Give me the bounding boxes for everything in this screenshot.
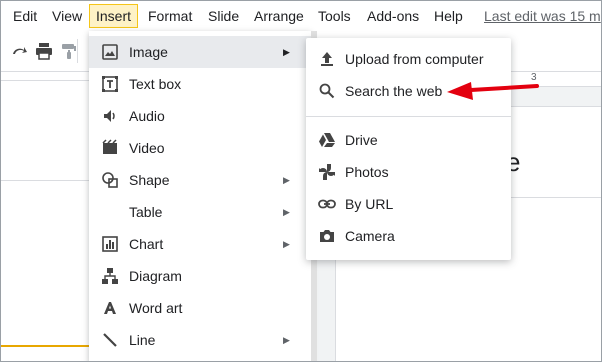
menu-item-diagram[interactable]: Diagram — [89, 260, 311, 292]
submenu-arrow-icon: ▶ — [283, 207, 290, 217]
drive-icon — [318, 131, 336, 149]
submenu-item-upload[interactable]: Upload from computer — [306, 43, 511, 75]
menu-item-video[interactable]: Video — [89, 132, 311, 164]
menu-edit[interactable]: Edit — [9, 6, 41, 26]
selected-slide-border — [1, 345, 89, 347]
menu-slide[interactable]: Slide — [204, 6, 243, 26]
toolbar-divider — [77, 39, 78, 63]
audio-icon — [101, 107, 119, 125]
submenu-item-photos[interactable]: Photos — [306, 156, 511, 188]
word-art-icon — [101, 299, 119, 317]
paint-format-icon[interactable] — [59, 41, 79, 61]
menu-item-line[interactable]: Line ▶ — [89, 324, 311, 356]
last-edit-link[interactable]: Last edit was 15 m — [484, 6, 601, 26]
video-icon — [101, 139, 119, 157]
link-icon — [318, 195, 336, 213]
submenu-arrow-icon: ▶ — [283, 175, 290, 185]
diagram-icon — [101, 267, 119, 285]
text-box-icon — [101, 75, 119, 93]
menu-add-ons[interactable]: Add-ons — [363, 6, 423, 26]
menu-arrange[interactable]: Arrange — [250, 6, 308, 26]
upload-icon — [318, 50, 336, 68]
chart-icon — [101, 235, 119, 253]
menu-item-label: Audio — [129, 108, 165, 124]
menu-insert[interactable]: Insert — [89, 4, 139, 28]
filmstrip-divider — [1, 80, 89, 81]
menu-item-label: Text box — [129, 76, 182, 92]
menu-help[interactable]: Help — [430, 6, 467, 26]
app-window: Edit View Insert Format Slide Arrange To… — [0, 0, 602, 362]
submenu-item-label: Camera — [345, 228, 395, 244]
submenu-item-camera[interactable]: Camera — [306, 220, 511, 252]
menu-item-text-box[interactable]: Text box — [89, 68, 311, 100]
menu-bar: Edit View Insert Format Slide Arrange To… — [1, 1, 601, 31]
line-icon — [101, 331, 119, 349]
menu-item-word-art[interactable]: Word art — [89, 292, 311, 324]
menu-item-table[interactable]: Table ▶ — [89, 196, 311, 228]
menu-item-label: Chart — [129, 236, 164, 252]
menu-tools[interactable]: Tools — [314, 6, 355, 26]
submenu-item-label: Upload from computer — [345, 51, 484, 67]
submenu-item-label: Search the web — [345, 83, 443, 99]
submenu-arrow-icon: ▶ — [283, 47, 290, 57]
photos-icon — [318, 163, 336, 181]
menu-item-label: Shape — [129, 172, 170, 188]
search-icon — [318, 82, 336, 100]
filmstrip-divider — [1, 180, 89, 181]
camera-icon — [318, 227, 336, 245]
print-icon[interactable] — [34, 41, 54, 61]
submenu-arrow-icon: ▶ — [283, 335, 290, 345]
redo-icon[interactable] — [9, 41, 29, 61]
submenu-item-label: Photos — [345, 164, 389, 180]
submenu-item-label: By URL — [345, 196, 394, 212]
menu-item-shape[interactable]: Shape ▶ — [89, 164, 311, 196]
menu-item-image[interactable]: Image ▶ — [89, 36, 311, 68]
menu-item-label: Word art — [129, 300, 183, 316]
menu-view[interactable]: View — [48, 6, 86, 26]
slide-filmstrip[interactable] — [1, 72, 90, 361]
submenu-item-drive[interactable]: Drive — [306, 124, 511, 156]
menu-item-label: Line — [129, 332, 156, 348]
menu-item-label: Diagram — [129, 268, 182, 284]
menu-item-audio[interactable]: Audio — [89, 100, 311, 132]
image-icon — [101, 43, 119, 61]
menu-item-label: Image — [129, 44, 168, 60]
submenu-arrow-icon: ▶ — [283, 239, 290, 249]
submenu-item-label: Drive — [345, 132, 378, 148]
submenu-divider — [306, 116, 511, 117]
menu-format[interactable]: Format — [144, 6, 196, 26]
menu-item-chart[interactable]: Chart ▶ — [89, 228, 311, 260]
menu-item-label: Table — [129, 204, 163, 220]
image-submenu: Upload from computer Search the web Driv… — [306, 38, 511, 260]
insert-menu: Image ▶ Text box Audio Video Shape ▶ Tab… — [89, 31, 311, 361]
submenu-item-by-url[interactable]: By URL — [306, 188, 511, 220]
menu-item-label: Video — [129, 140, 165, 156]
shape-icon — [101, 171, 119, 189]
annotation-arrow-icon — [441, 76, 541, 104]
